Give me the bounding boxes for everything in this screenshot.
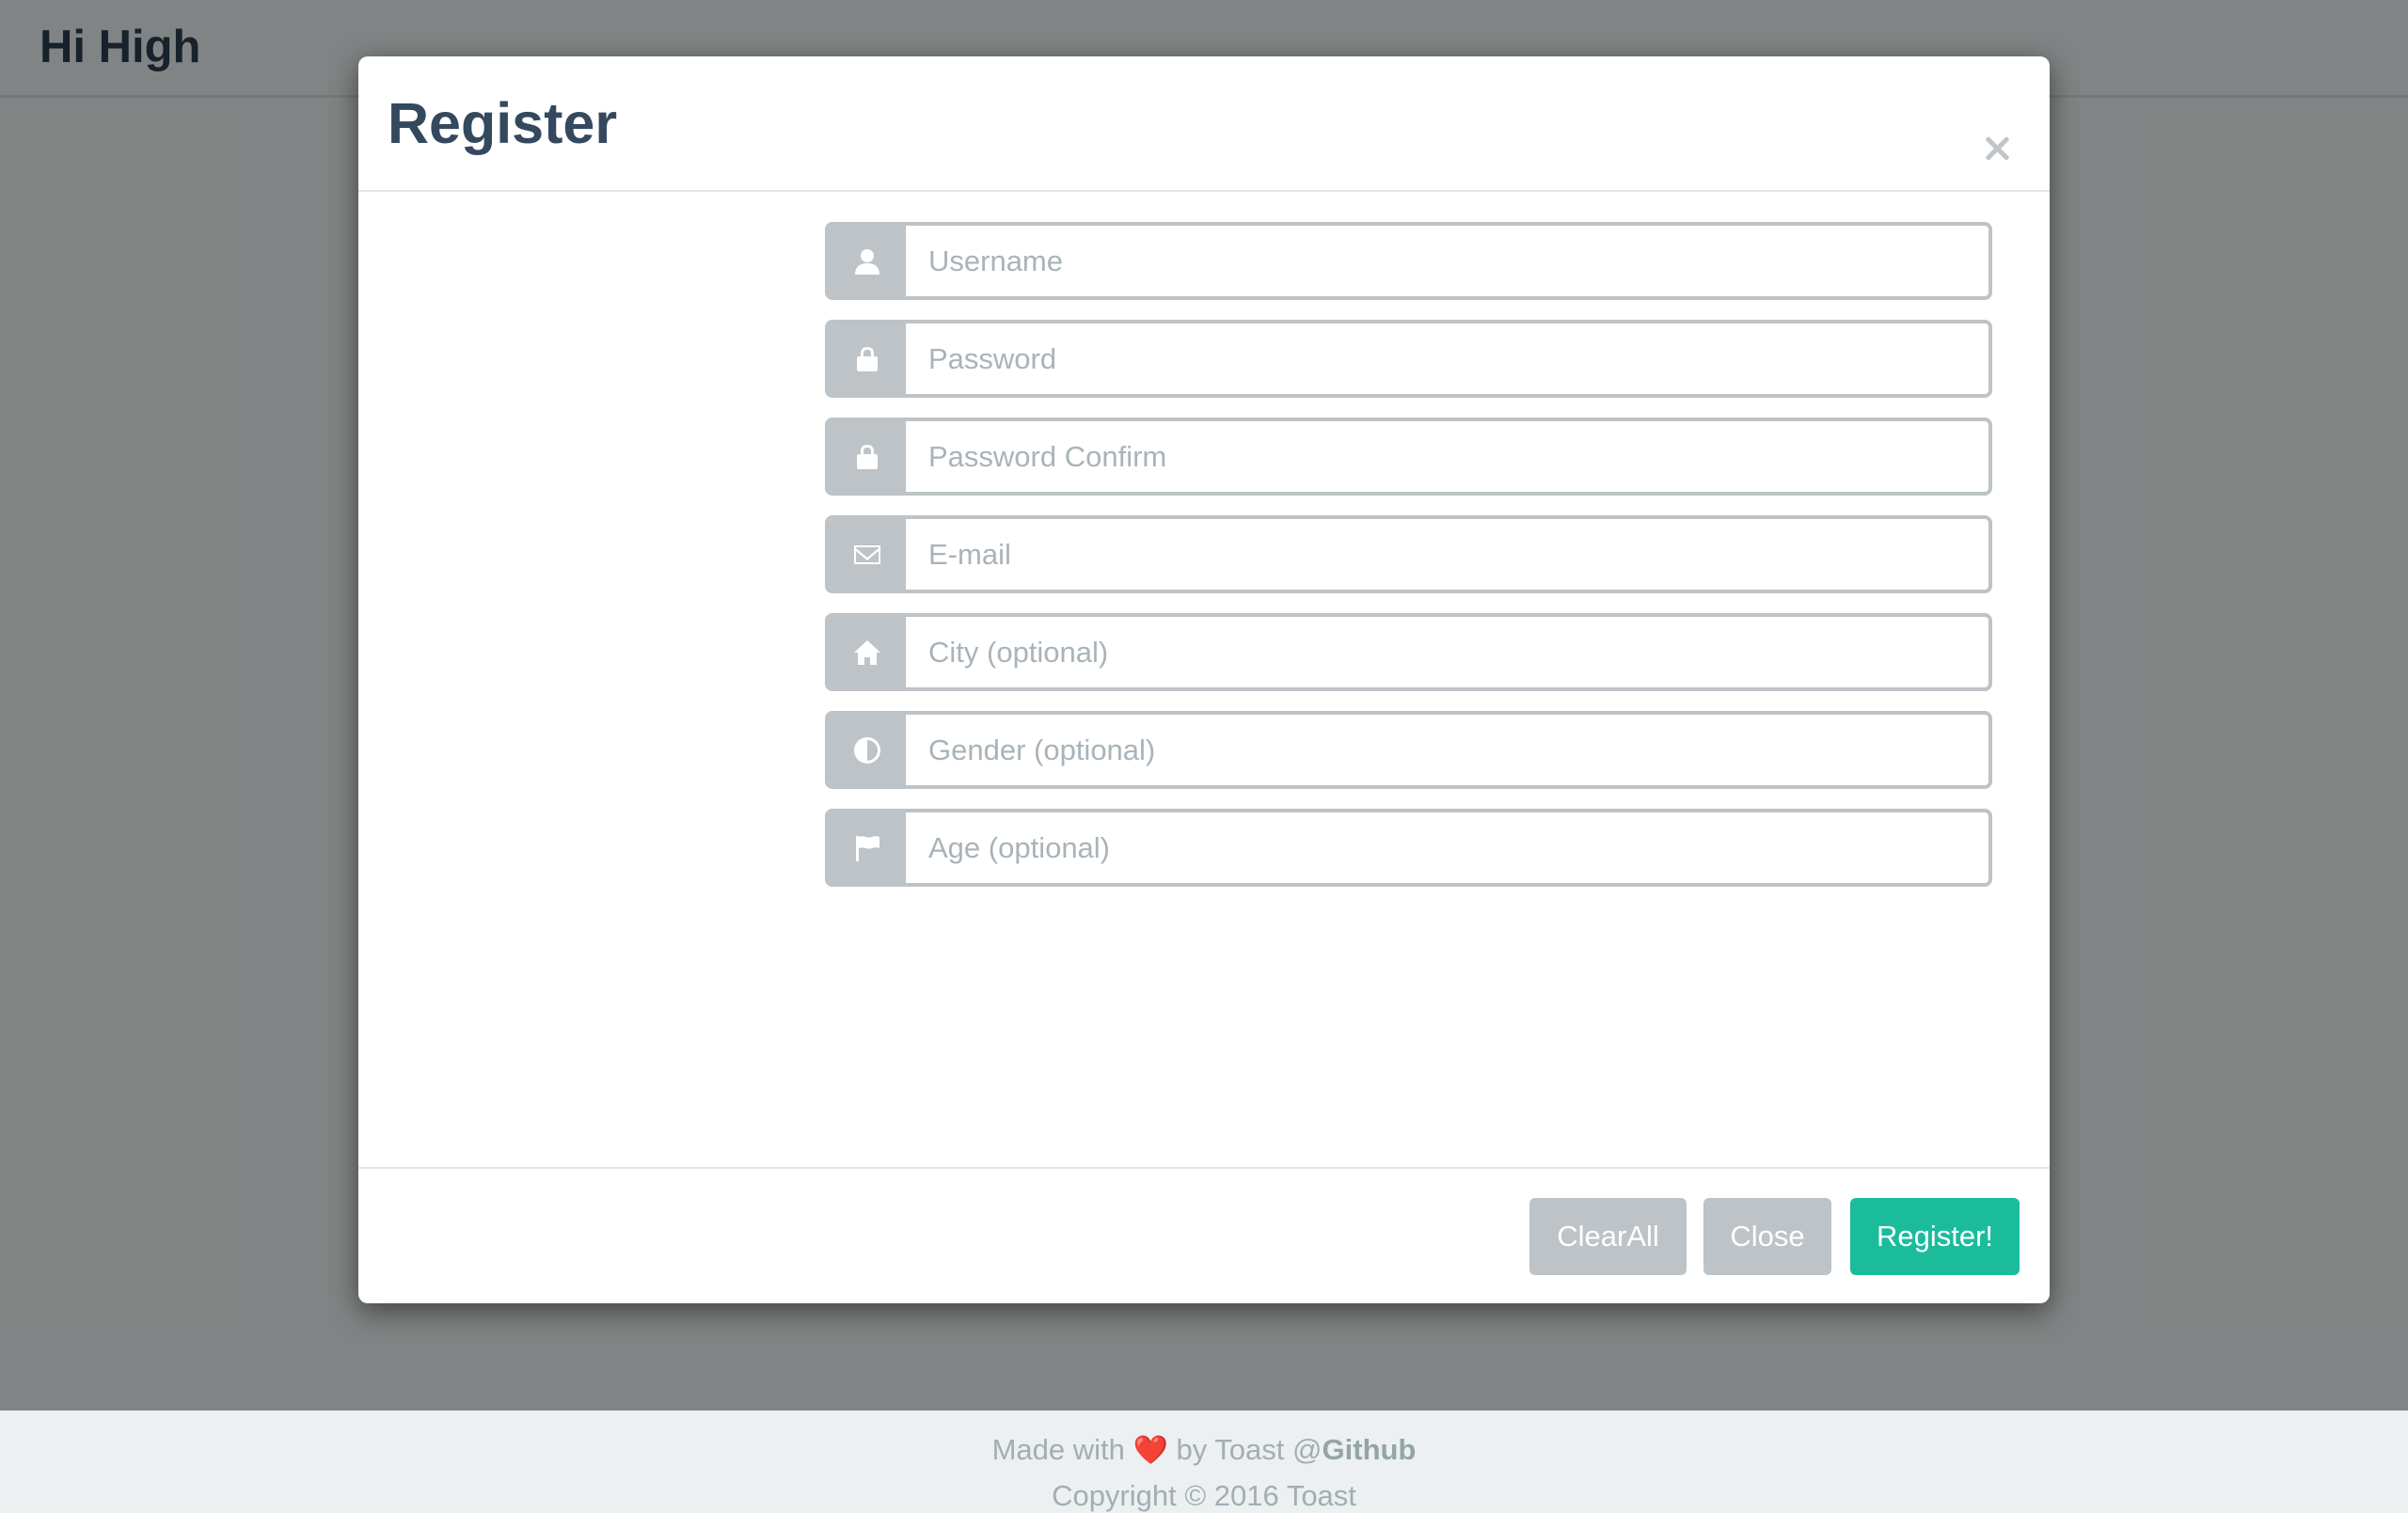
password-field (825, 320, 1992, 398)
lock-icon (857, 444, 878, 469)
gender-field (825, 711, 1992, 789)
close-icon[interactable] (1984, 135, 2010, 162)
heart-icon: ❤️ (1133, 1435, 1168, 1466)
password-input[interactable] (906, 323, 1988, 394)
register-button[interactable]: Register! (1850, 1198, 2020, 1275)
footer-made-with: Made with ❤️ by Toast @Github (0, 1433, 2408, 1467)
user-icon (855, 248, 879, 275)
register-modal: Register Username E-mail City (optional)… (358, 56, 2050, 1303)
modal-title: Register (388, 91, 618, 155)
page-footer: Made with ❤️ by Toast @Github Copyright … (0, 1411, 2408, 1512)
username-input[interactable] (906, 226, 1988, 296)
email-field (825, 515, 1992, 593)
footer-at-text: @ (1292, 1433, 1323, 1466)
city-input[interactable] (906, 617, 1988, 687)
email-input[interactable] (906, 519, 1988, 590)
home-icon (854, 639, 880, 665)
flag-icon (856, 835, 879, 861)
password-confirm-input[interactable] (906, 421, 1988, 492)
lock-icon (857, 346, 878, 371)
password-confirm-addon (829, 421, 906, 492)
gender-addon (829, 715, 906, 785)
password-confirm-field (825, 418, 1992, 496)
footer-made-with-text: Made with (991, 1433, 1125, 1466)
clear-all-button[interactable]: ClearAll (1529, 1198, 1687, 1275)
footer-by-text: by Toast (1176, 1433, 1285, 1466)
gender-input[interactable] (906, 715, 1988, 785)
age-addon (829, 812, 906, 883)
username-addon (829, 226, 906, 296)
close-button[interactable]: Close (1703, 1198, 1831, 1275)
modal-footer: ClearAll Close Register! (358, 1167, 2050, 1303)
username-field (825, 222, 1992, 300)
github-link[interactable]: Github (1323, 1433, 1417, 1466)
password-addon (829, 323, 906, 394)
age-input[interactable] (906, 812, 1988, 883)
city-addon (829, 617, 906, 687)
footer-copyright: Copyright © 2016 Toast (1052, 1479, 1356, 1512)
envelope-icon (854, 544, 880, 564)
age-field (825, 809, 1992, 887)
modal-header: Register (358, 56, 2050, 192)
city-field (825, 613, 1992, 691)
contrast-icon (854, 736, 880, 764)
email-addon (829, 519, 906, 590)
